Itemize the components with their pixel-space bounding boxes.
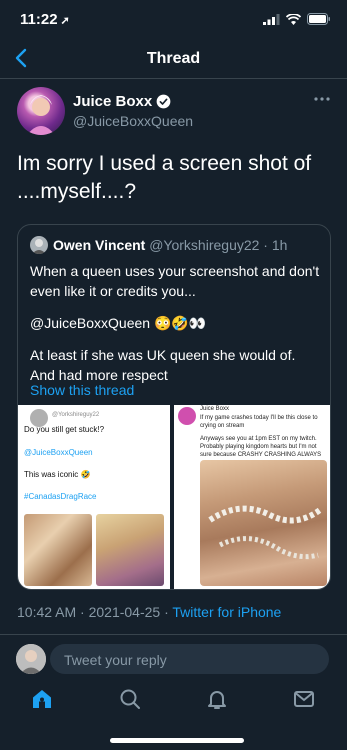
media-hashtag: #CanadasDragRace bbox=[24, 492, 97, 501]
nav-bar: Thread bbox=[0, 40, 347, 78]
divider bbox=[0, 634, 347, 635]
quote-author-handle: @Yorkshireguy22 · 1h bbox=[149, 237, 288, 253]
media-image-left[interactable]: @Yorkshireguy22 Do you still get stuck!?… bbox=[18, 405, 170, 589]
quote-author-avatar bbox=[30, 236, 48, 254]
quote-avatar-portrait-icon bbox=[32, 239, 46, 254]
location-arrow-icon: ➚ bbox=[60, 15, 70, 27]
media-avatar bbox=[178, 407, 196, 425]
status-bar: 11:22 ➚ bbox=[0, 0, 347, 40]
status-time: 11:22 ➚ bbox=[20, 11, 70, 28]
timestamp-label: 10:42 AM · 2021-04-25 · bbox=[17, 604, 173, 620]
bracelet-photo-icon bbox=[208, 505, 322, 560]
user-avatar[interactable] bbox=[16, 644, 46, 674]
more-dots-icon[interactable] bbox=[314, 96, 330, 102]
search-icon[interactable] bbox=[118, 687, 142, 711]
avatar-portrait-icon bbox=[27, 95, 55, 135]
quote-text: When a queen uses your screenshot and do… bbox=[30, 261, 320, 397]
battery-icon bbox=[307, 13, 330, 25]
status-icons bbox=[263, 13, 331, 25]
media-photo bbox=[24, 514, 92, 586]
page-title: Thread bbox=[146, 50, 201, 67]
quote-paragraph: At least if she was UK queen she would o… bbox=[30, 347, 296, 383]
home-icon[interactable] bbox=[30, 687, 54, 711]
tweet-text: Im sorry I used a screen shot of ....mys… bbox=[17, 152, 312, 203]
quote-paragraph: When a queen uses your screenshot and do… bbox=[30, 263, 320, 299]
tweet-timestamp: 10:42 AM · 2021-04-25 · Twitter for iPho… bbox=[17, 604, 281, 620]
media-image-right[interactable]: Juice Boxx If my game crashes today I'll… bbox=[174, 405, 330, 589]
media-handle: @Yorkshireguy22 bbox=[52, 412, 100, 418]
quoted-tweet[interactable]: Owen Vincent @Yorkshireguy22 · 1h When a… bbox=[17, 224, 331, 590]
media-text: Anyways see you at 1pm EST on my twitch.… bbox=[200, 436, 322, 458]
author-name[interactable]: Juice Boxx bbox=[73, 93, 171, 110]
media-handle: Juice Boxx bbox=[200, 406, 230, 412]
quote-author: Owen Vincent @Yorkshireguy22 · 1h bbox=[53, 237, 287, 253]
bell-icon[interactable] bbox=[205, 687, 229, 711]
media-text: Do you still get stuck!? bbox=[24, 425, 105, 434]
media-photo bbox=[200, 460, 327, 586]
reply-placeholder: Tweet your reply bbox=[64, 652, 167, 668]
clock-label: 11:22 bbox=[20, 11, 58, 28]
user-avatar-portrait-icon bbox=[16, 644, 46, 674]
show-thread-link[interactable]: Show this thread bbox=[30, 382, 134, 398]
media-mention: @JuiceBoxxQueen bbox=[24, 448, 93, 457]
media-text: This was iconic 🤣 bbox=[24, 470, 91, 479]
author-avatar[interactable] bbox=[17, 87, 65, 135]
tweet-source-link[interactable]: Twitter for iPhone bbox=[172, 604, 281, 620]
author-handle[interactable]: @JuiceBoxxQueen bbox=[73, 113, 193, 129]
quote-author-name: Owen Vincent bbox=[53, 237, 146, 253]
reply-input[interactable]: Tweet your reply bbox=[50, 644, 329, 674]
author-name-label: Juice Boxx bbox=[73, 93, 153, 110]
quote-mention: @JuiceBoxxQueen 😳🤣👀 bbox=[30, 315, 207, 331]
verified-badge-icon bbox=[156, 94, 171, 109]
signal-icon bbox=[263, 13, 280, 25]
divider bbox=[0, 78, 347, 79]
wifi-icon bbox=[286, 13, 301, 25]
home-indicator bbox=[110, 738, 244, 743]
media-photo bbox=[96, 514, 164, 586]
mail-icon[interactable] bbox=[292, 687, 316, 711]
media-text: If my game crashes today I'll be this cl… bbox=[200, 415, 318, 429]
tab-bar bbox=[0, 687, 347, 717]
